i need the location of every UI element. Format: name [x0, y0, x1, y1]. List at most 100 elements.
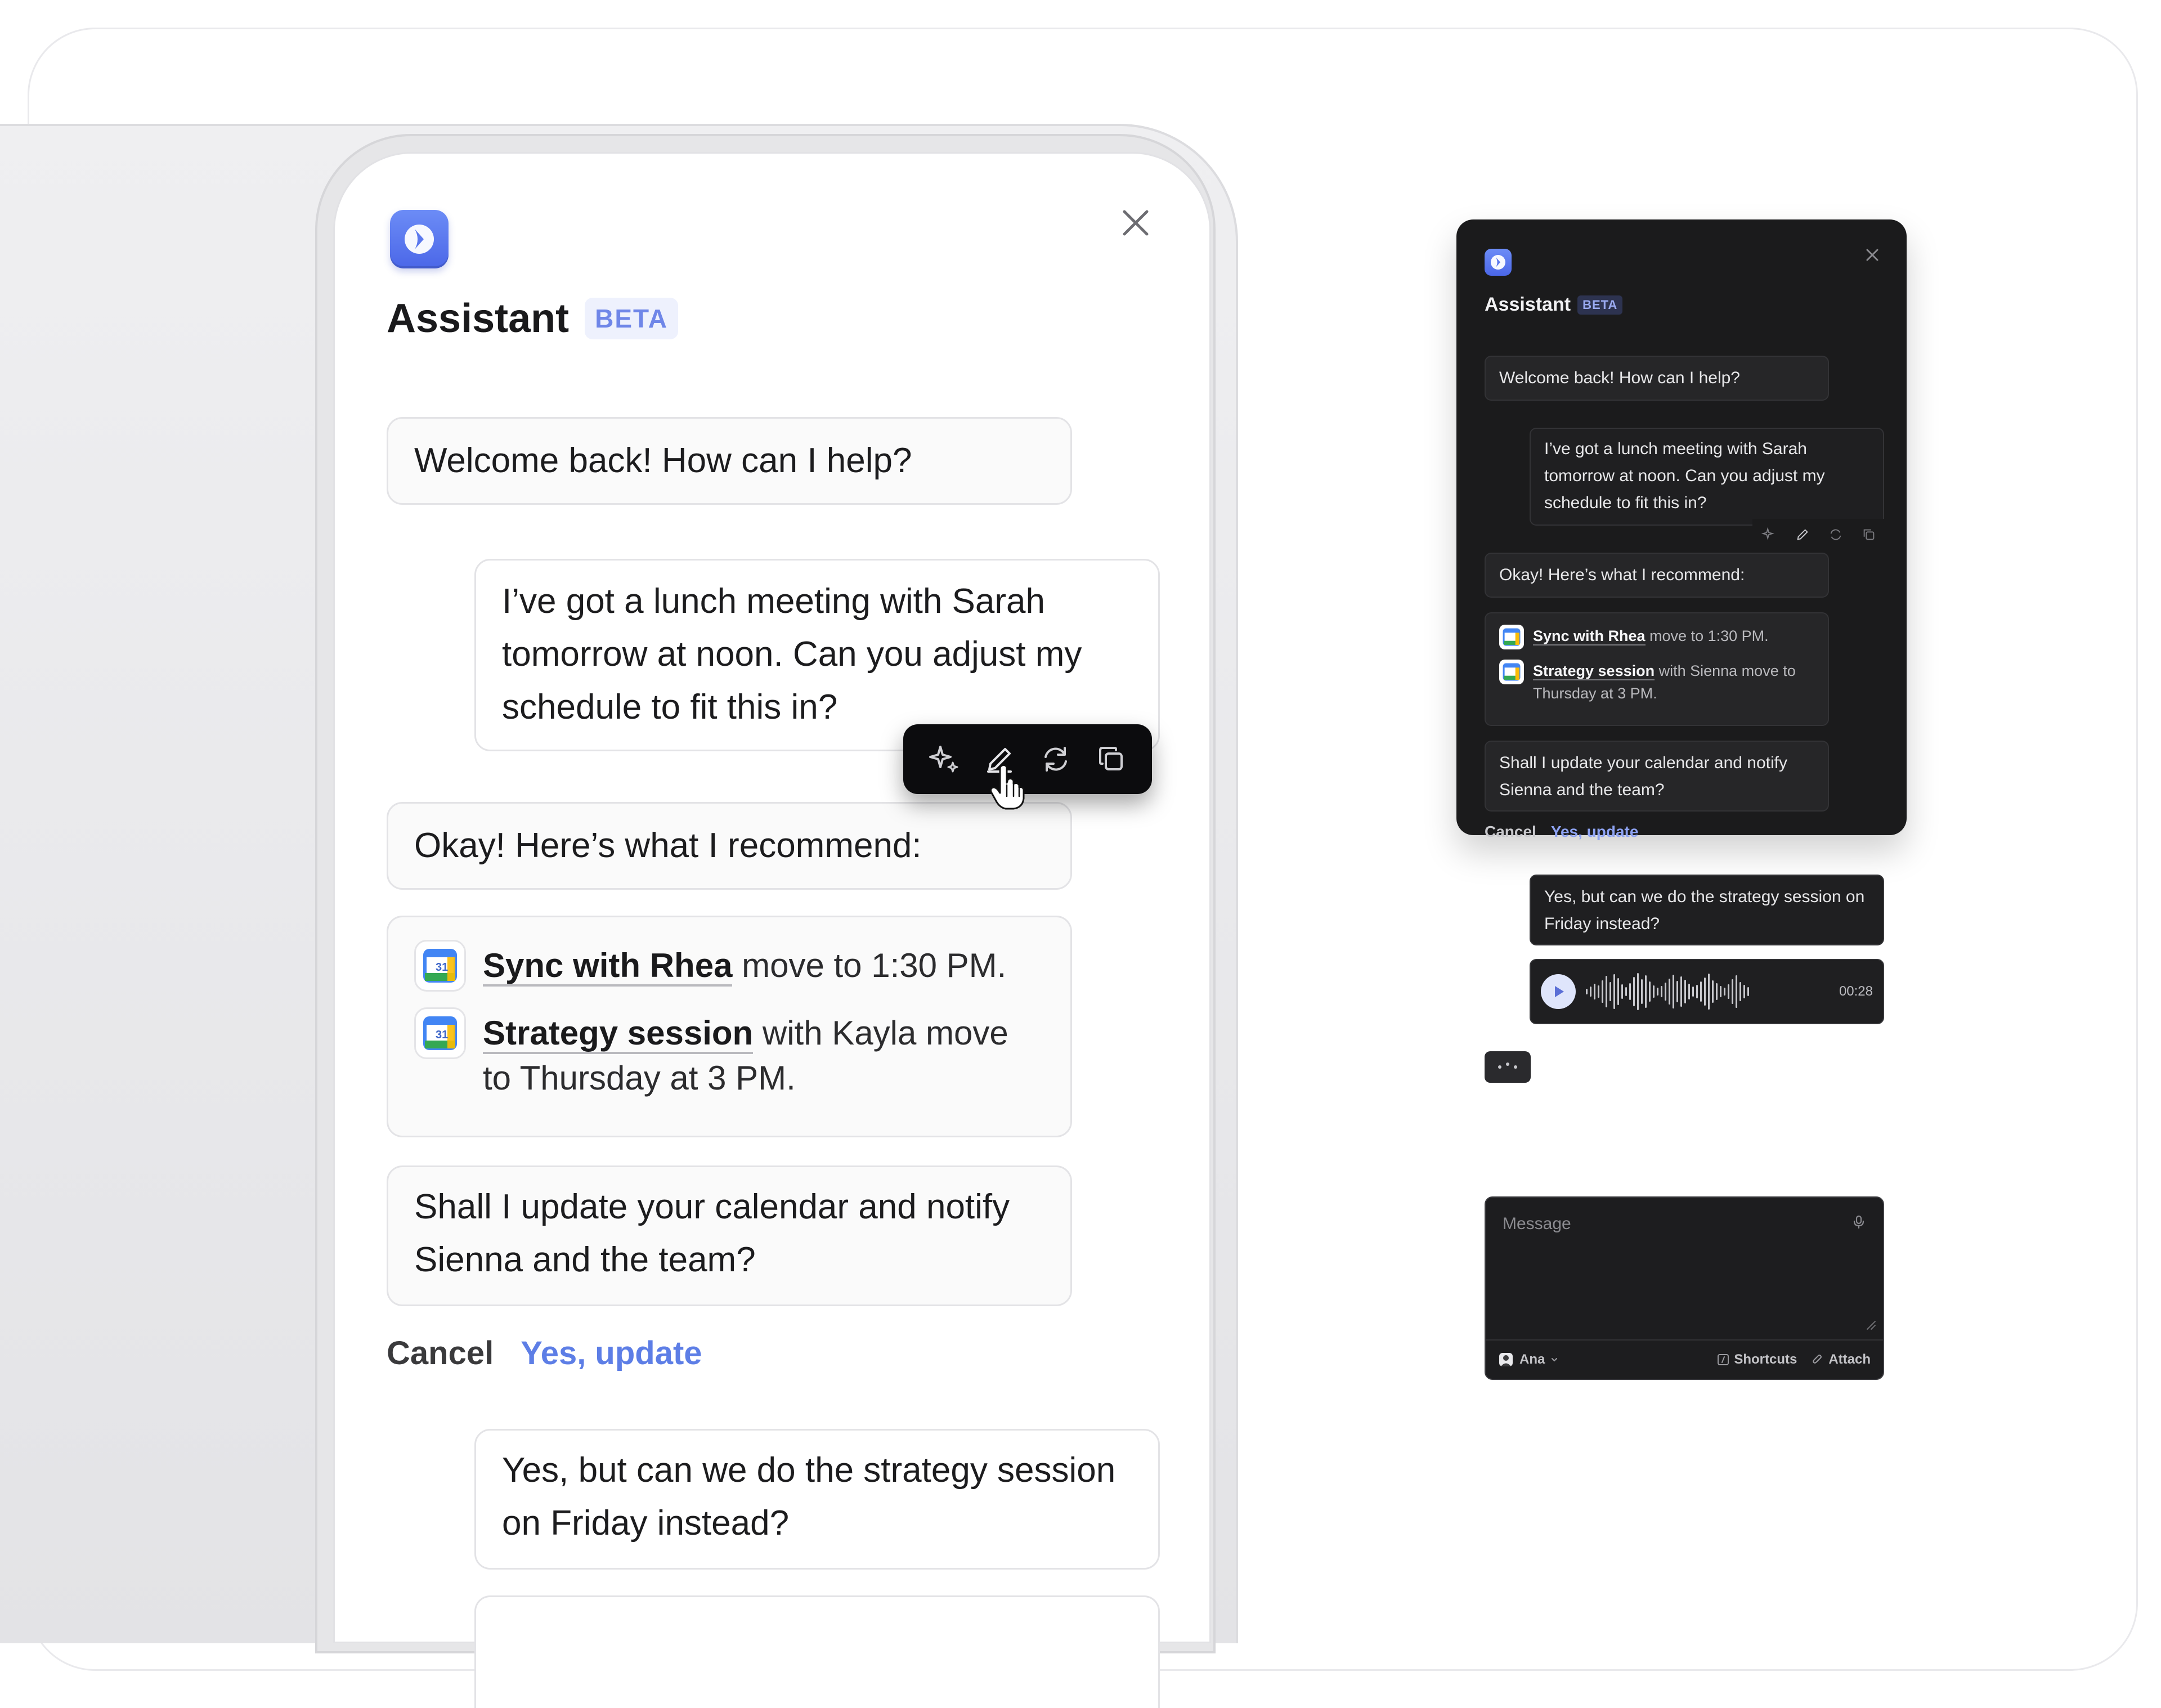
copy-button[interactable] — [1090, 737, 1133, 781]
waveform-bar — [1720, 986, 1721, 997]
chevron-down-icon — [1552, 1358, 1558, 1362]
waveform-bar — [1673, 975, 1674, 1008]
microphone-button[interactable] — [1849, 1212, 1868, 1231]
shortcuts-button[interactable]: Shortcuts — [1717, 1352, 1797, 1368]
hand-cursor-icon — [990, 764, 1025, 810]
paperclip-icon — [1813, 1355, 1822, 1364]
event-link[interactable]: Sync with Rhea — [1533, 627, 1646, 645]
waveform-bar — [1645, 975, 1647, 1008]
assistant-panel-light: Assistant BETA Welcome back! How can I h… — [333, 152, 1211, 1708]
message-text: Yes, but can we do the strategy session … — [502, 1451, 1116, 1543]
message-text: Shall I update your calendar and notify … — [414, 1187, 1010, 1279]
cancel-button[interactable]: Cancel — [387, 1334, 494, 1372]
event-detail: move to 1:30 PM. — [732, 947, 1007, 984]
attach-label: Attach — [1828, 1352, 1871, 1367]
user-message-followup[interactable]: Yes, but can we do the strategy session … — [474, 1429, 1160, 1570]
close-button[interactable] — [1864, 246, 1881, 263]
panel-title: Assistant — [387, 296, 570, 341]
regenerate-button[interactable] — [1034, 737, 1078, 781]
calendar-icon — [1499, 625, 1524, 649]
event-link[interactable]: Strategy session — [1533, 662, 1655, 680]
waveform-bar — [1629, 983, 1631, 1000]
typing-dot — [1514, 1065, 1517, 1069]
waveform-bar — [1609, 982, 1611, 1001]
waveform-bar — [1657, 988, 1658, 996]
waveform-bar — [1649, 981, 1651, 1002]
yes-update-button[interactable]: Yes, update — [1551, 823, 1639, 841]
message-text: Yes, but can we do the strategy session … — [1544, 887, 1865, 933]
event-link[interactable]: Strategy session — [483, 1014, 754, 1054]
event-item: 31 Sync with Rhea move to 1:30 PM. — [414, 940, 1044, 992]
assistant-logo-icon — [390, 210, 449, 268]
close-icon — [1123, 210, 1149, 236]
event-item: Strategy session with Sienna move to Thu… — [1499, 660, 1814, 705]
confirm-actions: Cancel Yes, update — [1485, 823, 1638, 841]
calendar-icon — [1499, 660, 1524, 684]
waveform-bar — [1621, 984, 1623, 999]
cancel-button[interactable]: Cancel — [1485, 823, 1536, 841]
attach-button[interactable]: Attach — [1812, 1352, 1871, 1368]
audio-waveform[interactable] — [1586, 972, 1829, 1011]
waveform-bar — [1704, 978, 1706, 1006]
waveform-bar — [1696, 985, 1698, 998]
assistant-message-confirm: Shall I update your calendar and notify … — [1485, 741, 1829, 812]
message-text: Okay! Here’s what I recommend: — [1499, 566, 1745, 584]
user-message-voice[interactable] — [474, 1595, 1160, 1708]
waveform-bar — [1633, 977, 1635, 1006]
copy-icon — [1863, 529, 1874, 540]
assistant-message-welcome: Welcome back! How can I help? — [387, 417, 1072, 505]
ai-rewrite-button[interactable] — [1758, 523, 1781, 546]
copy-button[interactable] — [1858, 523, 1880, 546]
beta-badge: BETA — [1577, 295, 1623, 315]
message-text: Okay! Here’s what I recommend: — [414, 826, 922, 865]
confirm-actions: Cancel Yes, update — [387, 1334, 702, 1372]
message-toolbar — [903, 724, 1152, 794]
typing-dot — [1506, 1063, 1509, 1066]
panel-header: Assistant BETA — [387, 295, 678, 342]
play-button[interactable] — [1541, 974, 1576, 1009]
composer-tools: Shortcuts Attach — [1717, 1352, 1871, 1368]
waveform-bar — [1669, 979, 1670, 1005]
pencil-icon — [1796, 529, 1808, 540]
waveform-bar — [1606, 976, 1607, 1007]
microphone-icon — [1853, 1215, 1864, 1229]
sparkle-icon — [1761, 527, 1774, 540]
message-input[interactable] — [1503, 1214, 1818, 1299]
close-button[interactable] — [1117, 204, 1154, 241]
message-text: Welcome back! How can I help? — [414, 441, 912, 480]
ai-rewrite-button[interactable] — [922, 737, 966, 781]
user-message-followup[interactable]: Yes, but can we do the strategy session … — [1530, 875, 1884, 945]
resize-handle-icon[interactable] — [1863, 1317, 1876, 1330]
edit-button[interactable] — [1791, 523, 1814, 546]
user-selector[interactable]: Ana — [1498, 1352, 1558, 1368]
waveform-bar — [1728, 984, 1729, 999]
waveform-bar — [1594, 984, 1595, 999]
message-text: I’ve got a lunch meeting with Sarah tomo… — [1544, 440, 1825, 512]
typing-indicator — [1485, 1051, 1531, 1083]
waveform-bar — [1716, 983, 1718, 1000]
waveform-bar — [1676, 981, 1678, 1002]
yes-update-button[interactable]: Yes, update — [521, 1334, 702, 1372]
waveform-bar — [1665, 983, 1666, 1001]
panel-header: Assistant BETA — [1485, 294, 1623, 316]
waveform-bar — [1586, 989, 1588, 994]
refresh-icon — [1830, 529, 1841, 540]
waveform-bar — [1602, 980, 1603, 1003]
waveform-bar — [1617, 978, 1619, 1005]
event-link[interactable]: Sync with Rhea — [483, 947, 733, 987]
waveform-bar — [1598, 985, 1599, 998]
waveform-bar — [1736, 975, 1737, 1008]
waveform-bar — [1692, 987, 1694, 997]
assistant-panel-dark: Assistant BETA Welcome back! How can I h… — [1456, 219, 1907, 1380]
message-text: Shall I update your calendar and notify … — [1499, 754, 1788, 799]
sparkle-icon — [929, 746, 958, 773]
waveform-bar — [1661, 986, 1662, 997]
recommendation-card: 31 Sync with Rhea move to 1:30 PM. 31 St… — [387, 916, 1072, 1137]
assistant-logo-icon — [1485, 249, 1512, 276]
regenerate-button[interactable] — [1824, 523, 1847, 546]
user-message-request[interactable]: I’ve got a lunch meeting with Sarah tomo… — [1530, 428, 1884, 526]
copy-icon — [1099, 747, 1123, 770]
waveform-bar — [1732, 979, 1733, 1004]
user-message-request[interactable]: I’ve got a lunch meeting with Sarah tomo… — [474, 559, 1160, 751]
assistant-message-recommend: Okay! Here’s what I recommend: — [1485, 553, 1829, 598]
